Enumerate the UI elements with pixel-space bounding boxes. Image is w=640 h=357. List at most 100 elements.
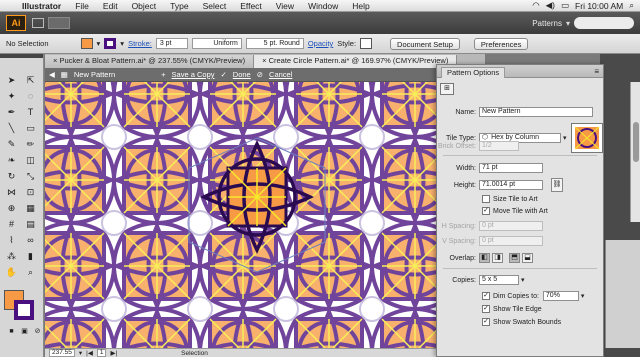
variable-width-profile[interactable]: Uniform bbox=[191, 38, 242, 49]
blob-brush-tool-icon[interactable]: ❧ bbox=[5, 154, 18, 166]
lasso-tool-icon[interactable]: ◌ bbox=[24, 90, 37, 102]
close-icon[interactable]: × bbox=[262, 56, 266, 65]
menu-type[interactable]: Type bbox=[163, 1, 195, 11]
chevron-down-icon[interactable]: ▾ bbox=[566, 19, 570, 28]
preferences-button[interactable]: Preferences bbox=[473, 37, 529, 50]
paintbrush-tool-icon[interactable]: ✎ bbox=[5, 138, 18, 150]
right-in-front-icon[interactable]: ◨ bbox=[492, 253, 503, 263]
dim-copies-select[interactable]: 70% bbox=[542, 291, 579, 301]
menu-edit[interactable]: Edit bbox=[96, 1, 125, 11]
bottom-in-front-icon[interactable]: ⬓ bbox=[522, 253, 533, 263]
workspace-switcher[interactable]: Patterns bbox=[532, 19, 562, 28]
menu-help[interactable]: Help bbox=[345, 1, 376, 11]
eraser-tool-icon[interactable]: ◫ bbox=[24, 154, 37, 166]
artboard-field[interactable]: 1 bbox=[96, 349, 107, 357]
width-field[interactable]: 71 pt bbox=[479, 163, 543, 173]
panel-menu-icon[interactable]: ≡ bbox=[594, 67, 599, 76]
rotate-tool-icon[interactable]: ↻ bbox=[5, 170, 18, 182]
direct-selection-tool-icon[interactable]: ⇱ bbox=[24, 74, 37, 86]
chevron-down-icon[interactable]: ▾ bbox=[79, 349, 82, 357]
back-arrow-icon[interactable]: ◀ bbox=[49, 70, 55, 79]
top-in-front-icon[interactable]: ⬒ bbox=[509, 253, 520, 263]
wifi-icon[interactable]: ◠ bbox=[532, 0, 539, 11]
free-transform-tool-icon[interactable]: ⊡ bbox=[24, 186, 37, 198]
tab-pucker-bloat[interactable]: × Pucker & Bloat Pattern.ai* @ 237.55% (… bbox=[45, 55, 255, 68]
done-button[interactable]: Done bbox=[233, 70, 251, 79]
search-input[interactable] bbox=[574, 17, 634, 29]
first-artboard-icon[interactable]: |◀ bbox=[86, 349, 93, 357]
copies-select[interactable]: 5 x 5 bbox=[479, 275, 519, 285]
scale-tool-icon[interactable]: ⤡ bbox=[24, 170, 37, 182]
none-mode-icon[interactable]: ⊘ bbox=[31, 326, 44, 338]
panel-title[interactable]: Pattern Options bbox=[441, 66, 506, 78]
shape-builder-tool-icon[interactable]: ⊕ bbox=[5, 202, 18, 214]
close-icon[interactable]: × bbox=[53, 56, 57, 65]
column-graph-tool-icon[interactable]: ▮ bbox=[24, 250, 37, 262]
battery-icon[interactable]: ▭ bbox=[561, 0, 569, 11]
artboard-canvas[interactable] bbox=[45, 82, 440, 348]
menu-app-name[interactable]: Illustrator bbox=[18, 1, 68, 11]
magic-wand-tool-icon[interactable]: ✦ bbox=[5, 90, 18, 102]
fill-swatch[interactable] bbox=[80, 38, 93, 49]
status-mode[interactable]: Selection bbox=[181, 350, 208, 357]
width-tool-icon[interactable]: ⋈ bbox=[5, 186, 18, 198]
chevron-down-icon[interactable]: ▾ bbox=[581, 292, 585, 300]
height-field[interactable]: 71.0014 pt bbox=[479, 180, 543, 190]
tab-create-circle[interactable]: × Create Circle Pattern.ai* @ 169.97% (C… bbox=[254, 55, 458, 68]
move-tile-with-art-checkbox[interactable]: ✓ bbox=[482, 207, 490, 215]
blend-tool-icon[interactable]: ∞ bbox=[24, 234, 37, 246]
gradient-mode-icon[interactable]: ▣ bbox=[18, 326, 31, 338]
name-field[interactable]: New Pattern bbox=[479, 107, 593, 117]
menu-object[interactable]: Object bbox=[125, 1, 164, 11]
stroke-swatch[interactable] bbox=[104, 38, 117, 49]
h-spacing-field[interactable]: 0 pt bbox=[479, 221, 543, 231]
mesh-tool-icon[interactable]: # bbox=[5, 218, 18, 230]
chevron-down-icon[interactable]: ▾ bbox=[521, 276, 525, 284]
opacity-link[interactable]: Opacity bbox=[308, 39, 333, 48]
pattern-tile-tool-icon[interactable]: ⊞ bbox=[440, 83, 454, 95]
type-tool-icon[interactable]: T bbox=[24, 106, 37, 118]
brush-definition[interactable]: 5 pt. Round bbox=[245, 38, 304, 49]
clock[interactable]: Fri 10:00 AM bbox=[575, 1, 623, 11]
color-mode-icon[interactable]: ■ bbox=[5, 326, 18, 338]
chevron-down-icon[interactable]: ▾ bbox=[97, 39, 101, 48]
symbol-sprayer-tool-icon[interactable]: ⁂ bbox=[5, 250, 18, 262]
menu-file[interactable]: File bbox=[68, 1, 96, 11]
stroke-link[interactable]: Stroke: bbox=[128, 39, 152, 48]
graphic-style-swatch[interactable] bbox=[360, 38, 373, 49]
menu-select[interactable]: Select bbox=[196, 1, 234, 11]
chevron-down-icon[interactable]: ▾ bbox=[120, 39, 124, 48]
last-artboard-icon[interactable]: ▶| bbox=[110, 349, 117, 357]
brick-offset-select[interactable]: 1/2 bbox=[479, 141, 519, 151]
show-swatch-bounds-checkbox[interactable]: ✓ bbox=[482, 318, 490, 326]
dim-copies-checkbox[interactable]: ✓ bbox=[482, 292, 490, 300]
perspective-grid-tool-icon[interactable]: ▦ bbox=[24, 202, 37, 214]
size-tile-to-art-checkbox[interactable] bbox=[482, 195, 490, 203]
cancel-button[interactable]: Cancel bbox=[269, 70, 292, 79]
rectangle-tool-icon[interactable]: ▭ bbox=[24, 122, 37, 134]
left-in-front-icon[interactable]: ◧ bbox=[479, 253, 490, 263]
scrollbar-thumb[interactable] bbox=[633, 122, 639, 162]
document-setup-button[interactable]: Document Setup bbox=[390, 37, 460, 50]
gradient-tool-icon[interactable]: ▤ bbox=[24, 218, 37, 230]
stroke-weight-field[interactable]: 3 pt bbox=[155, 38, 188, 49]
vertical-scrollbar[interactable] bbox=[630, 82, 640, 222]
zoom-tool-icon[interactable]: ⌕ bbox=[24, 266, 37, 278]
pencil-tool-icon[interactable]: ✏ bbox=[24, 138, 37, 150]
zoom-field[interactable]: 237.55 bbox=[49, 349, 75, 357]
pen-tool-icon[interactable]: ✒ bbox=[5, 106, 18, 118]
spotlight-icon[interactable]: ⌕ bbox=[629, 0, 634, 11]
show-tile-edge-checkbox[interactable]: ✓ bbox=[482, 305, 490, 313]
hand-tool-icon[interactable]: ✋ bbox=[5, 266, 18, 278]
bridge-icon[interactable] bbox=[32, 18, 44, 28]
chain-link-icon[interactable]: ⛓ bbox=[551, 178, 563, 192]
volume-icon[interactable]: ◀) bbox=[546, 0, 555, 11]
save-copy-button[interactable]: Save a Copy bbox=[172, 70, 215, 79]
menu-effect[interactable]: Effect bbox=[233, 1, 269, 11]
menu-view[interactable]: View bbox=[269, 1, 301, 11]
menu-window[interactable]: Window bbox=[301, 1, 345, 11]
line-tool-icon[interactable]: ╲ bbox=[5, 122, 18, 134]
stroke-color-swatch[interactable] bbox=[14, 300, 34, 320]
arrange-documents-button[interactable] bbox=[48, 17, 70, 29]
eyedropper-tool-icon[interactable]: ⌇ bbox=[5, 234, 18, 246]
